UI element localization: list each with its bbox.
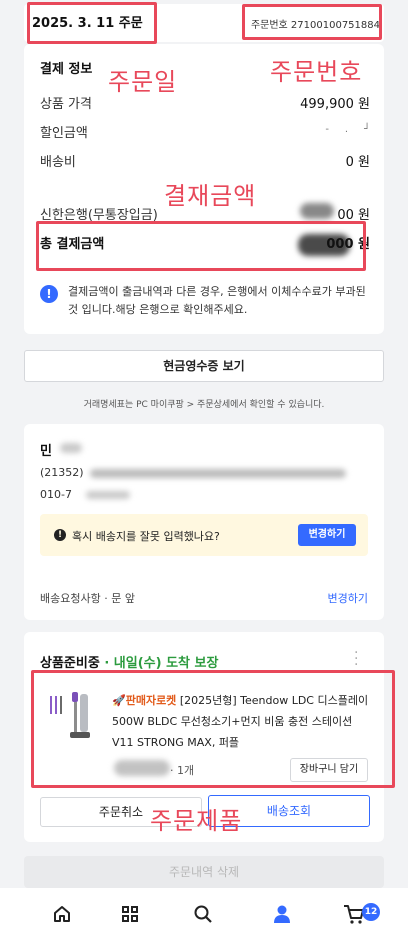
annotation-ordered-product: 주문제품	[150, 807, 243, 835]
receipt-note: 거래명세표는 PC 마이쿠팡 > 주문상세에서 확인할 수 있습니다.	[83, 400, 325, 410]
search-icon[interactable]	[189, 900, 217, 928]
discount-label: 할인금액	[40, 126, 88, 141]
recipient-name-redaction	[60, 443, 82, 453]
payment-notice: 결제금액이 출금내역과 다른 경우, 은행에서 이체수수료가 부과된 것 입니다…	[68, 285, 366, 316]
category-grid-icon[interactable]	[116, 900, 144, 928]
phone-redaction	[86, 491, 130, 499]
recipient-name: 민	[40, 444, 52, 459]
price-value: 499,900 원	[300, 97, 370, 112]
info-icon: !	[40, 285, 58, 303]
ordered-product-highlight	[31, 670, 395, 788]
discount-value-redacted: - . ┘	[325, 124, 370, 135]
status-label: 상품준비중	[40, 656, 100, 671]
address-zip: (21352)	[40, 466, 84, 479]
annotation-order-date: 주문일	[108, 68, 178, 96]
delivery-guarantee: · 내일(수) 도착 보장	[104, 656, 219, 671]
shipping-fee-value: 0 원	[345, 155, 370, 170]
delivery-request: 배송요청사항 · 문 앞	[40, 592, 135, 605]
delivery-request-change-link[interactable]: 변경하기	[328, 590, 368, 606]
shipment-status: 상품준비중 · 내일(수) 도착 보장	[40, 652, 218, 671]
my-account-icon[interactable]	[268, 900, 296, 928]
delete-order-button[interactable]: 주문내역 삭제	[24, 856, 384, 888]
more-options-icon[interactable]: · · ·	[354, 646, 358, 672]
price-label: 상품 가격	[40, 97, 92, 112]
home-icon[interactable]	[48, 900, 76, 928]
alert-icon: !	[54, 529, 66, 541]
bank-amount-redaction	[300, 203, 334, 219]
payment-title: 결제 정보	[40, 62, 93, 77]
cart-count-badge: 12	[362, 903, 380, 921]
cash-receipt-button[interactable]: 현금영수증 보기	[24, 350, 384, 382]
change-address-button[interactable]: 변경하기	[298, 524, 356, 546]
address-redaction	[90, 469, 346, 478]
order-date-highlight	[27, 2, 157, 44]
address-alert-text: 혹시 배송지를 잘못 입력했나요?	[72, 530, 220, 543]
annotation-payment-amount: 결재금액	[164, 182, 257, 210]
phone-number: 010-7	[40, 488, 72, 501]
annotation-order-number: 주문번호	[270, 58, 363, 86]
payment-amount-highlight	[36, 221, 366, 271]
shipping-fee-label: 배송비	[40, 155, 76, 170]
order-number-highlight	[242, 4, 382, 40]
